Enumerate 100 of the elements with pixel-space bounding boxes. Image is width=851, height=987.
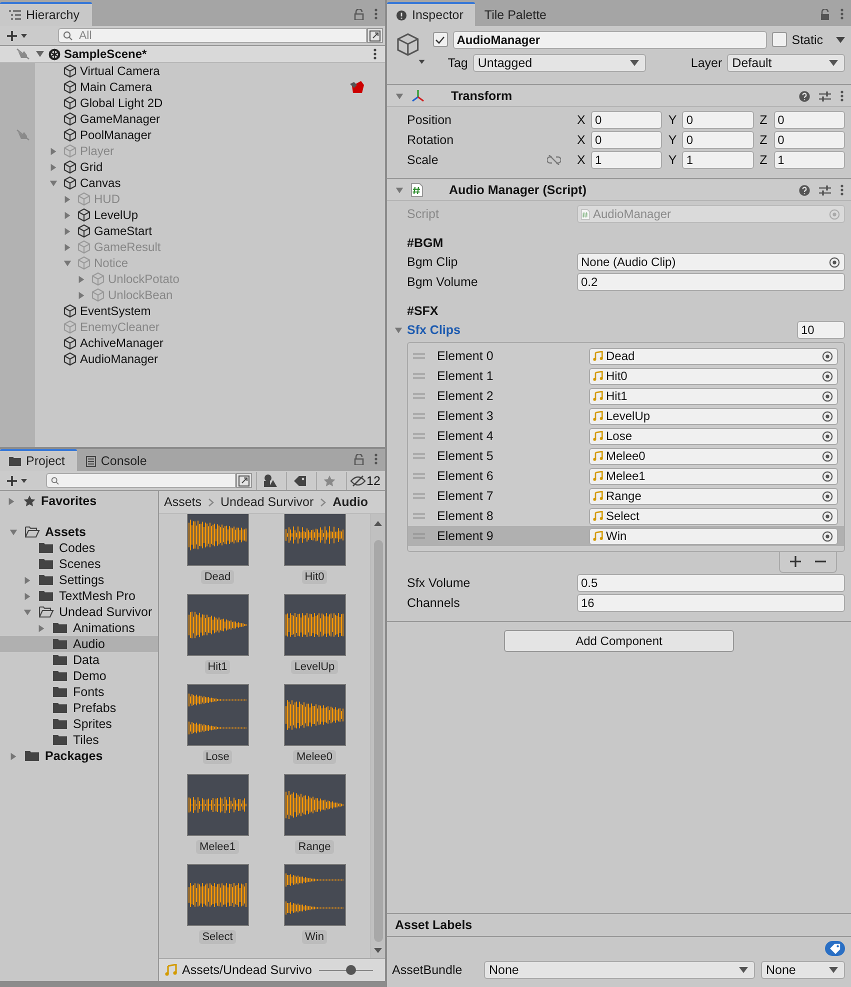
hierarchy-tab[interactable]: Hierarchy — [0, 2, 92, 26]
folder-item[interactable]: Demo — [0, 668, 158, 684]
drag-handle-icon[interactable] — [413, 373, 425, 379]
object-picker-icon[interactable] — [822, 350, 833, 362]
drag-handle-icon[interactable] — [413, 473, 425, 479]
variant-dropdown[interactable]: None — [761, 961, 845, 979]
number-field[interactable]: 1 — [591, 151, 662, 169]
folder-item[interactable]: Sprites — [0, 716, 158, 732]
expand-arrow-icon[interactable] — [63, 258, 72, 268]
scene-row[interactable]: SampleScene* — [0, 46, 385, 63]
object-picker-icon[interactable] — [822, 390, 833, 402]
add-component-button[interactable]: Add Component — [504, 630, 734, 652]
active-checkbox[interactable] — [432, 32, 448, 47]
folder-item[interactable]: Audio — [0, 636, 158, 652]
folder-item[interactable]: Tiles — [0, 732, 158, 748]
folder-item[interactable]: Scenes — [0, 556, 158, 572]
audio-thumbnail[interactable] — [284, 594, 346, 656]
object-picker-icon[interactable] — [822, 490, 833, 502]
hierarchy-item[interactable]: GameStart — [0, 223, 385, 239]
assetbundle-dropdown[interactable]: None — [484, 961, 755, 979]
search-field[interactable] — [46, 473, 236, 488]
expand-arrow-icon[interactable] — [49, 146, 58, 156]
hierarchy-item[interactable]: Global Light 2D — [0, 95, 385, 111]
folder-item[interactable]: Packages — [0, 748, 158, 764]
lock-icon[interactable] — [354, 454, 364, 464]
scroll-up-icon[interactable] — [374, 520, 382, 526]
hierarchy-item[interactable]: Main Camera — [0, 79, 385, 95]
expand-arrow-icon[interactable] — [77, 290, 86, 300]
hierarchy-item[interactable]: LevelUp — [0, 207, 385, 223]
more-icon[interactable] — [374, 8, 378, 20]
expand-arrow-icon[interactable] — [49, 178, 58, 188]
expand-arrow-icon[interactable] — [7, 496, 16, 506]
object-field[interactable]: None (Audio Clip) — [577, 253, 845, 271]
folder-item[interactable]: Fonts — [0, 684, 158, 700]
audio-thumbnail[interactable] — [284, 514, 346, 566]
expand-arrow-icon[interactable] — [9, 528, 18, 536]
audio-clip-field[interactable]: Range — [589, 488, 838, 504]
scroll-down-icon[interactable] — [374, 948, 382, 954]
lock-icon[interactable] — [354, 8, 364, 20]
dropdown-caret-icon[interactable] — [836, 36, 845, 42]
audio-clip-field[interactable]: Hit0 — [589, 368, 838, 384]
expand-arrow-icon[interactable] — [49, 162, 58, 172]
expand-arrow-icon[interactable] — [23, 608, 32, 616]
object-picker-icon[interactable] — [822, 510, 833, 522]
hierarchy-item[interactable]: Grid — [0, 159, 385, 175]
drag-handle-icon[interactable] — [413, 413, 425, 419]
expand-arrow-icon[interactable] — [37, 624, 46, 632]
expand-arrow-icon[interactable] — [77, 274, 86, 284]
expand-arrow-icon[interactable] — [63, 242, 72, 252]
audio-thumbnail[interactable] — [284, 684, 346, 746]
hierarchy-item[interactable]: GameManager — [0, 111, 385, 127]
hierarchy-item[interactable]: AchiveManager — [0, 335, 385, 351]
panel-tab[interactable]: Inspector — [387, 2, 476, 26]
layer-dropdown[interactable]: Default — [727, 54, 845, 72]
object-picker-icon[interactable] — [822, 370, 833, 382]
number-field[interactable]: 0 — [774, 111, 845, 129]
more-icon[interactable] — [840, 184, 844, 196]
hierarchy-item[interactable]: PoolManager — [0, 127, 385, 143]
array-element[interactable]: Element 3 LevelUp — [408, 406, 844, 426]
array-size-field[interactable]: 10 — [797, 321, 845, 339]
link-icon[interactable] — [547, 155, 561, 165]
expand-arrow-icon[interactable] — [63, 226, 72, 236]
array-element[interactable]: Element 4 Lose — [408, 426, 844, 446]
audio-clip-field[interactable]: LevelUp — [589, 408, 838, 424]
object-picker-icon[interactable] — [822, 410, 833, 422]
lock-icon[interactable] — [820, 8, 830, 20]
expand-arrow-icon[interactable] — [394, 326, 403, 334]
label-tag-button[interactable] — [825, 941, 845, 956]
drag-handle-icon[interactable] — [413, 393, 425, 399]
search-options-button[interactable] — [236, 473, 252, 488]
object-picker-icon[interactable] — [829, 256, 840, 268]
expand-arrow-icon[interactable] — [395, 186, 404, 194]
array-element[interactable]: Element 8 Select — [408, 506, 844, 526]
folder-item[interactable]: Codes — [0, 540, 158, 556]
audio-clip-field[interactable]: Lose — [589, 428, 838, 444]
hierarchy-item[interactable]: Virtual Camera — [0, 63, 385, 79]
number-field[interactable]: 1 — [774, 151, 845, 169]
expand-arrow-icon[interactable] — [63, 210, 72, 220]
hierarchy-item[interactable]: Canvas — [0, 175, 385, 191]
scrollbar[interactable] — [370, 514, 385, 958]
audio-clip-field[interactable]: Select — [589, 508, 838, 524]
array-label[interactable]: Sfx Clips — [407, 323, 577, 337]
expand-arrow-icon[interactable] — [9, 752, 18, 760]
audio-thumbnail[interactable] — [284, 774, 346, 836]
array-element[interactable]: Element 2 Hit1 — [408, 386, 844, 406]
hidden-packages-button[interactable]: 12 — [346, 472, 383, 490]
audio-clip-field[interactable]: Hit1 — [589, 388, 838, 404]
more-icon[interactable] — [374, 453, 378, 465]
expand-arrow-icon[interactable] — [63, 194, 72, 204]
object-picker-icon[interactable] — [822, 530, 833, 542]
hierarchy-item[interactable]: EventSystem — [0, 303, 385, 319]
audio-thumbnail[interactable] — [186, 594, 248, 656]
panel-tab[interactable]: Tile Palette — [475, 4, 558, 26]
object-picker-icon[interactable] — [822, 430, 833, 442]
audio-clip-field[interactable]: Dead — [589, 348, 838, 364]
folder-item[interactable]: Animations — [0, 620, 158, 636]
audio-thumbnail[interactable] — [186, 864, 248, 926]
number-field[interactable]: 0.5 — [577, 574, 845, 592]
help-icon[interactable] — [799, 184, 810, 196]
tree-item[interactable]: Favorites — [0, 493, 158, 509]
